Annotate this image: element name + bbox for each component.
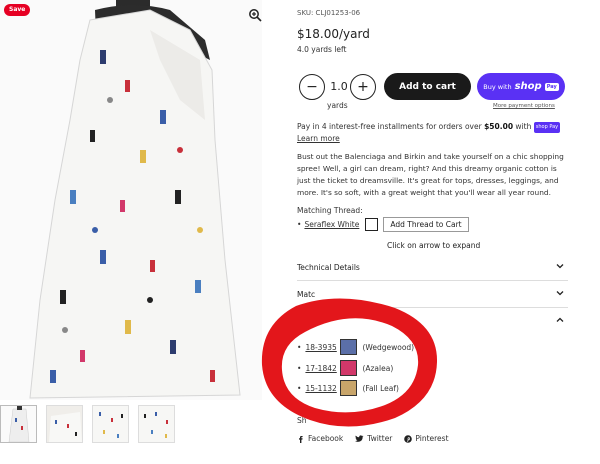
bullet: •: [297, 220, 302, 229]
shop-pay-pay-badge: Pay: [544, 82, 559, 91]
color-name: (Azalea): [362, 363, 394, 373]
facebook-label: Facebook: [308, 434, 344, 443]
product-description: Bust out the Balenciaga and Birkin and t…: [297, 152, 564, 197]
zoom-in-icon[interactable]: [248, 8, 262, 22]
accordion-label: Technical Details: [297, 263, 360, 272]
thumbnail-4[interactable]: [138, 405, 175, 443]
add-thread-to-cart-button[interactable]: Add Thread to Cart: [383, 217, 469, 232]
color-name: (Fall Leaf): [362, 383, 399, 393]
twitter-label: Twitter: [367, 434, 393, 443]
twitter-icon: [355, 434, 364, 442]
matching-thread-label: Matching Thread:: [297, 206, 363, 215]
installments-note: Pay in 4 interest-free installments for …: [297, 121, 580, 144]
product-page: Save SKU: CLJ01253-06 $18.00/yard 4.0 ya…: [0, 0, 600, 464]
share-twitter[interactable]: Twitter: [355, 434, 392, 443]
share-facebook[interactable]: Facebook: [297, 434, 343, 443]
thumbnail-3[interactable]: [92, 405, 129, 443]
quantity-increase-button[interactable]: +: [350, 74, 376, 100]
product-price: $18.00/yard: [297, 27, 370, 41]
product-main-image[interactable]: Save: [0, 0, 262, 400]
color-code-link[interactable]: 18-3935: [305, 343, 338, 352]
bullet: •: [297, 363, 302, 373]
accordion-label: Matc: [297, 290, 316, 299]
pinterest-save-button[interactable]: Save: [4, 4, 31, 16]
installments-text: Pay in 4 interest-free installments for …: [297, 122, 485, 131]
chevron-down-icon: [556, 264, 564, 269]
color-code-link[interactable]: 15-1132: [305, 384, 338, 393]
dress-form-image: [0, 0, 262, 400]
bullet: •: [297, 383, 302, 393]
product-sku: SKU: CLJ01253-06: [297, 9, 361, 17]
facebook-icon: [299, 435, 303, 443]
buy-with-shop-pay-button[interactable]: Buy with shop Pay: [477, 73, 565, 100]
pinterest-label: Pinterest: [415, 434, 449, 443]
buy-with-label: Buy with: [483, 82, 512, 91]
chevron-down-icon: [556, 291, 564, 296]
accordion-colors[interactable]: Colors: [297, 308, 568, 335]
thread-swatch: [365, 218, 379, 231]
quantity-value[interactable]: 1.0: [329, 80, 349, 93]
thumbnail-strip: [0, 405, 175, 445]
accordion-label: Colors: [297, 317, 321, 326]
matching-thread-row: • Seraflex White Add Thread to Cart: [297, 217, 469, 232]
thumbnail-2[interactable]: [46, 405, 83, 443]
quantity-unit: yards: [327, 101, 348, 110]
accordion-technical-details[interactable]: Technical Details: [297, 254, 568, 281]
social-share-links: Facebook Twitter Pinterest: [297, 434, 449, 443]
stock-remaining: 4.0 yards left: [297, 45, 347, 54]
color-swatch: [340, 339, 358, 355]
color-name: (Wedgewood): [362, 342, 415, 352]
thumbnail-1[interactable]: [0, 405, 37, 443]
expand-hint: Click on arrow to expand: [387, 241, 481, 250]
more-payment-options-link[interactable]: More payment options: [493, 103, 555, 109]
chevron-up-icon: [556, 317, 564, 322]
installments-amount: $50.00: [484, 122, 514, 131]
share-pinterest[interactable]: Pinterest: [404, 434, 449, 443]
shop-pay-logo: shop: [514, 81, 542, 92]
color-code-link[interactable]: 17-1842: [305, 364, 338, 373]
color-item: • 18-3935 (Wedgewood): [297, 339, 414, 355]
color-swatch: [340, 380, 358, 396]
learn-more-link[interactable]: Learn more: [297, 134, 340, 143]
color-item: • 17-1842 (Azalea): [297, 360, 393, 376]
thread-name-link[interactable]: Seraflex White: [304, 220, 359, 229]
accordion-matching[interactable]: Matc: [297, 281, 568, 308]
share-label: Sh: [297, 416, 307, 425]
pinterest-icon: [404, 434, 413, 443]
quantity-decrease-button[interactable]: −: [299, 74, 325, 100]
add-to-cart-button[interactable]: Add to cart: [384, 73, 471, 100]
color-swatch: [340, 360, 358, 376]
installments-with: with: [513, 122, 534, 131]
color-item: • 15-1132 (Fall Leaf): [297, 380, 399, 396]
bullet: •: [297, 342, 302, 352]
shop-pay-badge: shop Pay: [533, 121, 561, 133]
